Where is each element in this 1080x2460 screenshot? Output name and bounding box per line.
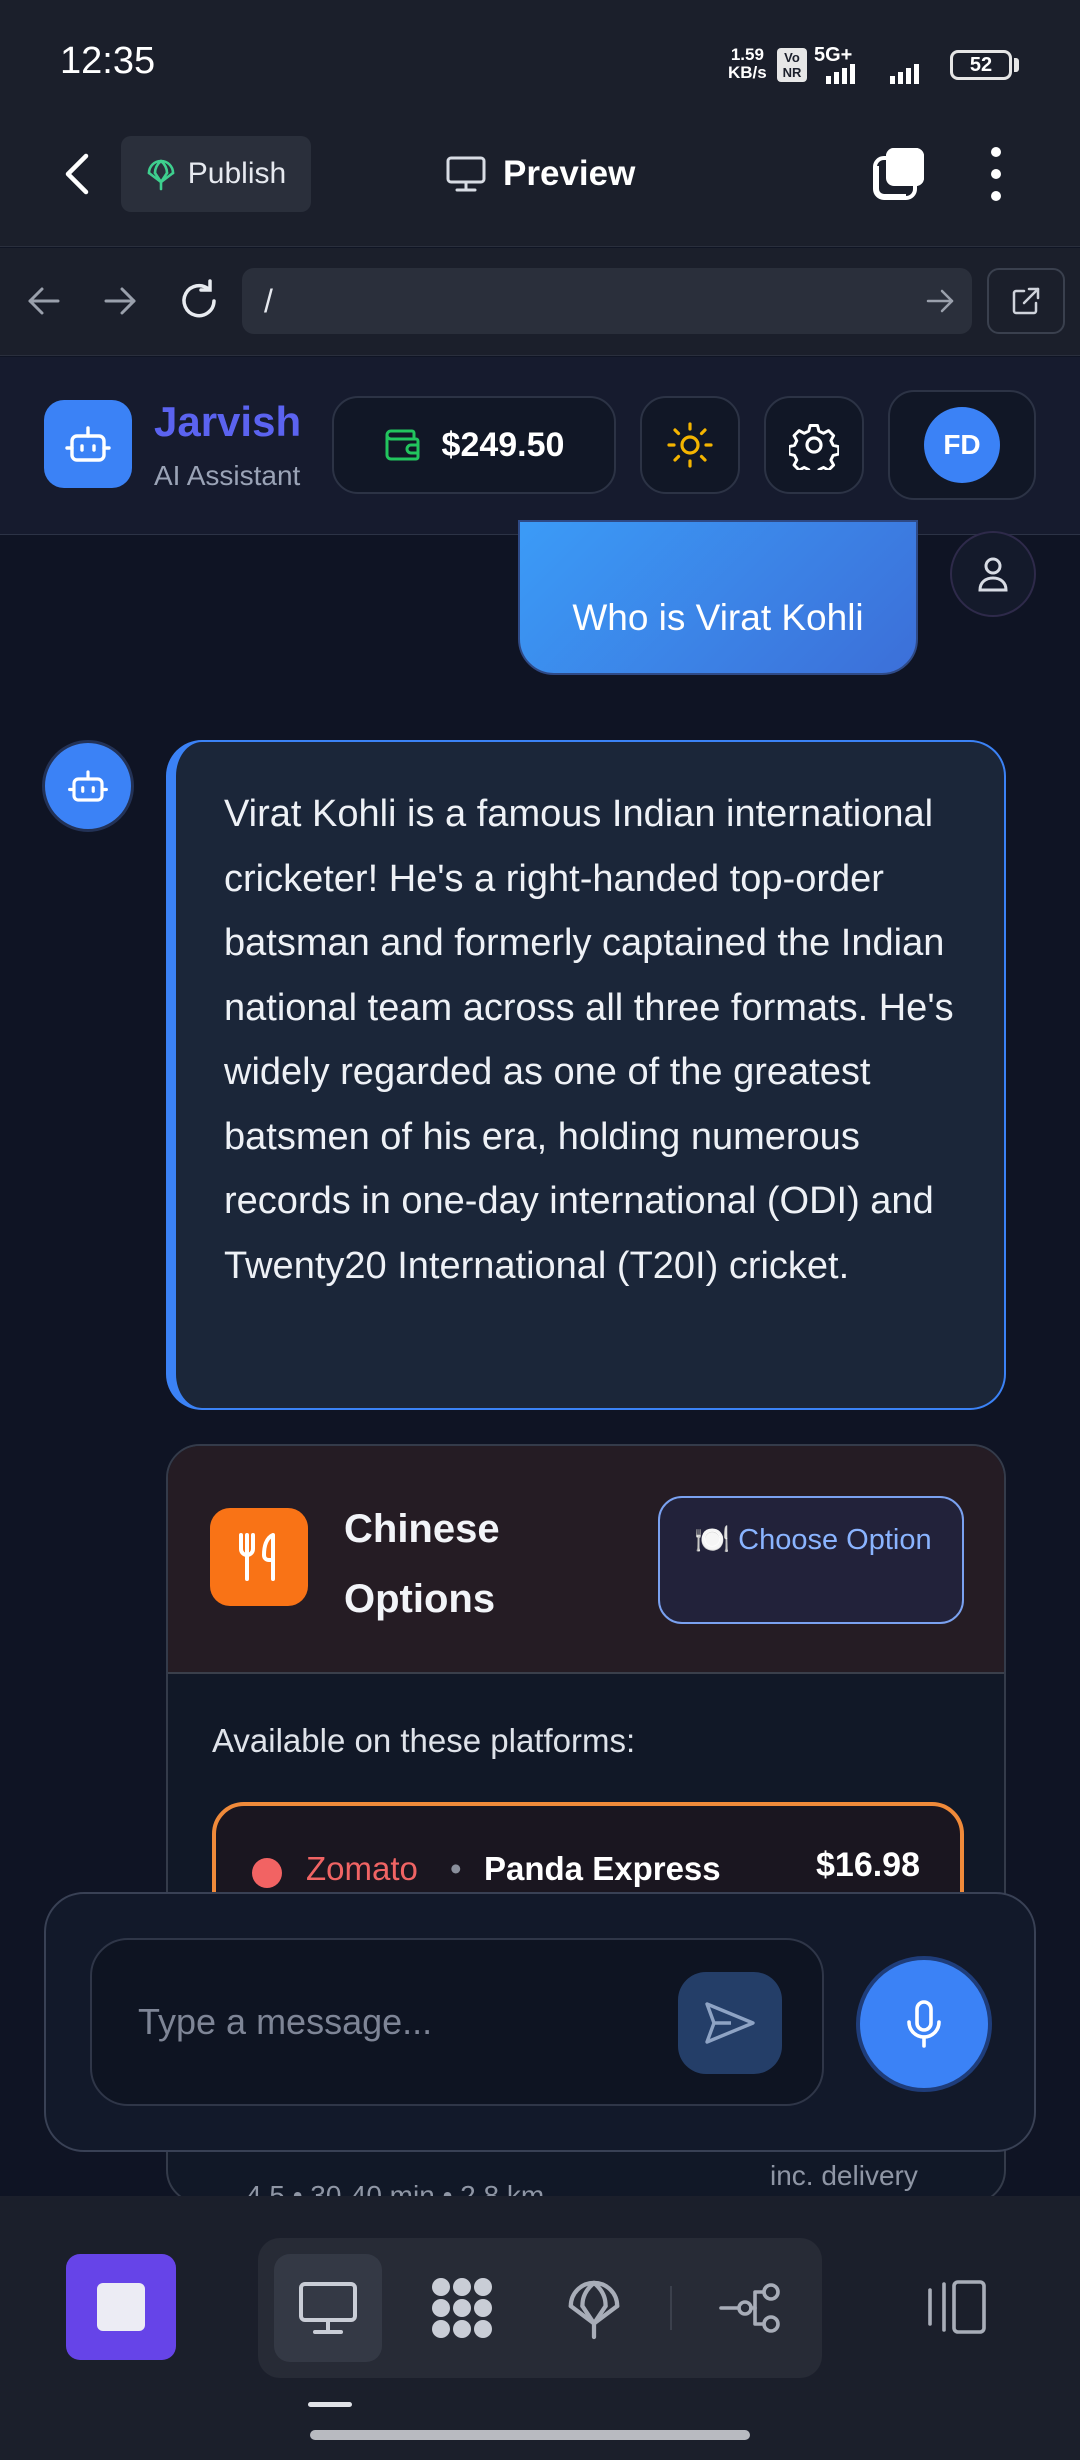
- arrow-left-icon: [28, 287, 60, 315]
- browser-forward-button[interactable]: [100, 282, 140, 320]
- network-speed-value: 1.59: [730, 45, 764, 64]
- home-gesture-bar[interactable]: [310, 2430, 750, 2440]
- brand-name: Jarvish: [154, 398, 302, 445]
- platform-dot: [252, 1858, 282, 1888]
- more-menu-button[interactable]: [982, 146, 1010, 202]
- mic-icon: [907, 2000, 941, 2048]
- robot-icon: [68, 770, 108, 802]
- tabs-icon: [873, 148, 924, 200]
- monitor-icon: [299, 2282, 357, 2334]
- refresh-icon: [182, 279, 216, 318]
- platform-name: Zomato: [306, 1850, 418, 1887]
- gear-icon: [789, 424, 839, 470]
- globe-icon: [147, 159, 175, 191]
- arrow-right-icon: [926, 289, 954, 313]
- wallet-balance: $249.50: [441, 425, 565, 464]
- url-field[interactable]: [242, 268, 972, 334]
- url-go-button[interactable]: [924, 286, 956, 316]
- voice-input-button[interactable]: [856, 1956, 992, 2092]
- browser-back-button[interactable]: [24, 282, 64, 320]
- stop-button[interactable]: [66, 2254, 176, 2360]
- battery-tip: [1014, 58, 1019, 72]
- chevron-left-icon: [65, 153, 89, 195]
- browser-refresh-button[interactable]: [176, 278, 222, 324]
- theme-toggle-button[interactable]: [640, 396, 740, 494]
- back-button[interactable]: [54, 148, 104, 200]
- status-time: 12:35: [60, 40, 156, 82]
- send-button[interactable]: [678, 1972, 782, 2074]
- sun-icon: [667, 422, 713, 468]
- workflow-icon: [719, 2283, 780, 2333]
- restaurant-name: Panda Express: [484, 1850, 721, 1887]
- stop-icon: [97, 2283, 145, 2331]
- globe-icon: [568, 2280, 620, 2340]
- send-icon: [705, 2002, 755, 2044]
- layout-toggle-button[interactable]: [924, 2276, 990, 2338]
- profile-button[interactable]: FD: [888, 390, 1036, 500]
- bot-message-bubble: Virat Kohli is a famous Indian internati…: [166, 740, 1006, 1410]
- monitor-icon: [446, 156, 486, 192]
- settings-button[interactable]: [764, 396, 864, 494]
- tool-apps[interactable]: [408, 2254, 516, 2362]
- user-message-text: Who is Virat Kohli: [572, 596, 864, 638]
- url-text: /: [264, 283, 273, 319]
- platforms-label: Available on these platforms:: [212, 1722, 636, 1759]
- battery-indicator: 52: [950, 50, 1012, 80]
- tool-deploy[interactable]: [540, 2254, 648, 2362]
- signal-icon: [812, 62, 942, 84]
- volte-badge: Vo NR: [777, 48, 807, 82]
- preview-button[interactable]: Preview: [445, 148, 635, 200]
- network-speed: 1.59 KB/s: [728, 46, 767, 82]
- panel-icon: [928, 2280, 986, 2334]
- card-title: Chinese Options: [344, 1507, 500, 1621]
- bot-avatar: [42, 740, 134, 832]
- tabs-button[interactable]: [870, 144, 930, 204]
- bot-message-text: Virat Kohli is a famous Indian internati…: [224, 793, 954, 1287]
- utensils-icon: [239, 1533, 275, 1581]
- food-badge: [210, 1508, 308, 1606]
- publish-label: Publish: [187, 157, 287, 190]
- toolbar-divider: [670, 2286, 672, 2330]
- option-price: $16.98: [816, 1846, 920, 1884]
- preview-label: Preview: [503, 154, 636, 193]
- user-icon: [978, 557, 1008, 592]
- wallet-button[interactable]: $249.50: [332, 396, 616, 494]
- user-message-bubble: Who is Virat Kohli: [518, 520, 918, 675]
- tool-integrations[interactable]: [696, 2254, 804, 2362]
- open-external-button[interactable]: [987, 268, 1065, 334]
- robot-icon: [65, 426, 111, 462]
- choose-option-button[interactable]: 🍽️ Choose Option: [658, 1496, 964, 1624]
- external-link-icon: [1012, 287, 1040, 315]
- price-note: inc. delivery: [770, 2160, 918, 2191]
- more-vertical-icon: [991, 147, 1001, 201]
- tool-preview[interactable]: [274, 2254, 382, 2362]
- separator-dot: •: [450, 1850, 462, 1887]
- brand-logo: [44, 400, 132, 488]
- brand-subtitle: AI Assistant: [154, 460, 301, 491]
- nav-indicator: [308, 2402, 352, 2407]
- user-avatar: [950, 531, 1036, 617]
- network-speed-unit: KB/s: [728, 63, 767, 82]
- arrow-right-icon: [104, 287, 136, 315]
- publish-button[interactable]: Publish: [121, 136, 311, 212]
- avatar: FD: [924, 407, 1000, 483]
- wallet-icon: [385, 429, 420, 461]
- grid-icon: [432, 2278, 492, 2338]
